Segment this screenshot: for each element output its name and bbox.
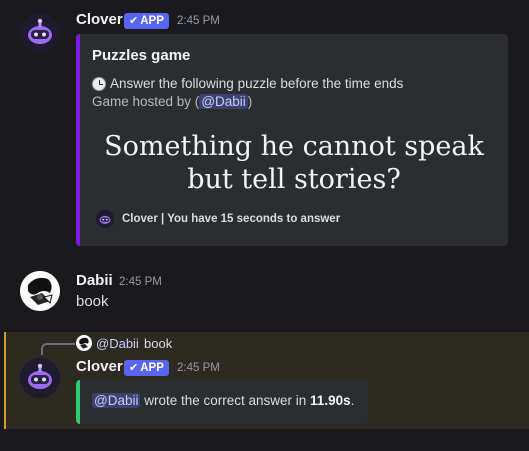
host-mention[interactable]: @Dabii (199, 94, 248, 109)
puzzle-embed: Puzzles game Answer the following puzzle… (76, 34, 508, 246)
app-badge: ✔ APP (124, 13, 169, 29)
hosted-prefix: Game hosted by ( (92, 94, 200, 109)
puzzle-line-2: but tell stories? (187, 164, 401, 195)
puzzle-text: Something he cannot speak but tell stori… (80, 130, 508, 196)
reply-connector (41, 343, 75, 355)
checkmark-icon: ✔ (129, 362, 139, 374)
author-name[interactable]: Clover (76, 11, 123, 28)
author-name[interactable]: Dabii (76, 272, 113, 289)
winner-mention[interactable]: @Dabii (92, 393, 141, 408)
embed-title: Puzzles game (92, 47, 191, 64)
embed-hosted-by: Game hosted by (@Dabii) (92, 94, 252, 109)
badge-label: APP (140, 15, 164, 27)
message-text: book (76, 293, 109, 310)
timestamp[interactable]: 2:45 PM (119, 276, 162, 288)
instruction-text: Answer the following puzzle before the t… (110, 76, 404, 91)
clover-footer-avatar-icon (96, 210, 114, 228)
hosted-suffix: ) (247, 94, 253, 109)
answer-text-after: . (350, 393, 355, 408)
puzzle-line-1: Something he cannot speak (104, 131, 484, 162)
answer-text-before: wrote the correct answer in (140, 393, 311, 408)
reply-preview-text[interactable]: book (144, 336, 172, 351)
reply-avatar-icon (76, 335, 92, 351)
footer-text: Clover | You have 15 seconds to answer (122, 213, 341, 225)
reply-mention[interactable]: @Dabii (96, 336, 139, 351)
answer-embed: @Dabii wrote the correct answer in 11.90… (76, 380, 368, 424)
embed-footer: Clover | You have 15 seconds to answer (96, 210, 340, 228)
embed-instruction: Answer the following puzzle before the t… (92, 76, 403, 91)
clock-icon (92, 76, 106, 91)
answer-text: @Dabii wrote the correct answer in 11.90… (92, 393, 354, 408)
author-name[interactable]: Clover (76, 358, 123, 375)
checkmark-icon: ✔ (129, 15, 139, 27)
app-badge: ✔ APP (124, 360, 169, 376)
badge-label: APP (140, 362, 164, 374)
timestamp[interactable]: 2:45 PM (177, 362, 220, 374)
timestamp[interactable]: 2:45 PM (177, 15, 220, 27)
clover-avatar-icon[interactable] (20, 358, 60, 398)
clover-avatar-icon[interactable] (20, 13, 60, 53)
dabii-avatar-icon[interactable] (20, 271, 60, 311)
answer-time: 11.90s (310, 393, 351, 408)
